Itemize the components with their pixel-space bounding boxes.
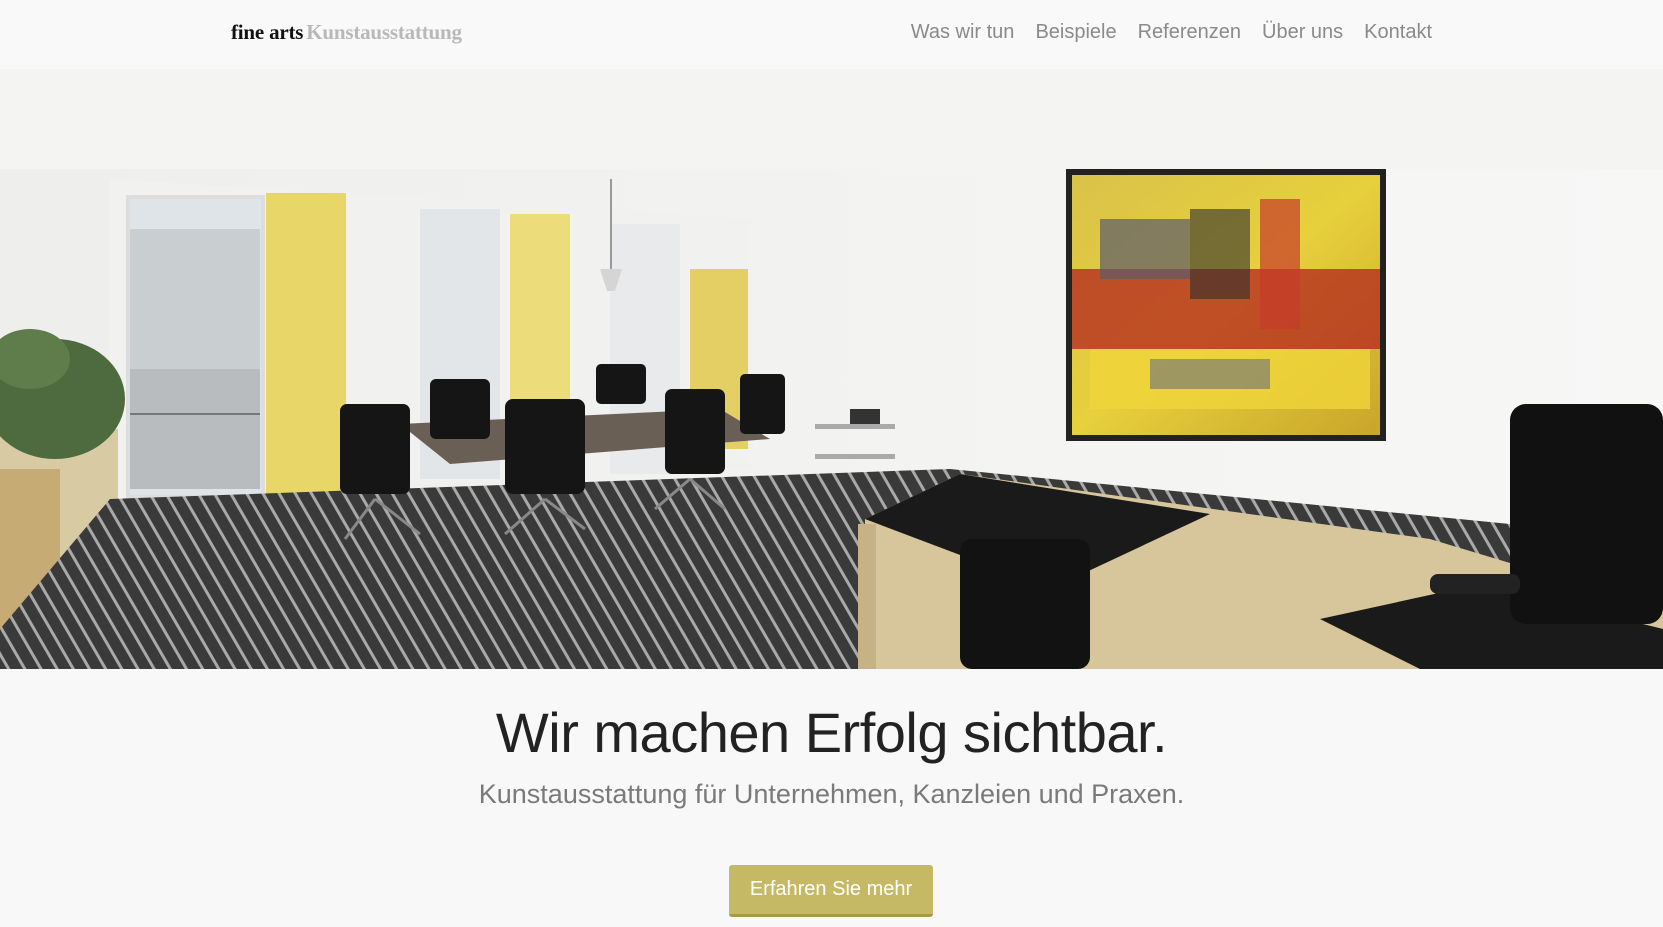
hero-image [0,69,1663,669]
office-photo [0,69,1663,669]
brand-logo[interactable]: fine arts Kunstausstattung [231,20,462,45]
nav-link-beispiele[interactable]: Beispiele [1035,21,1116,44]
main-nav: Was wir tun Beispiele Referenzen Über un… [911,21,1432,44]
nav-link-was-wir-tun[interactable]: Was wir tun [911,21,1015,44]
hero-headline: Wir machen Erfolg sichtbar. [495,701,1168,764]
brand-name-strong: fine arts [231,20,304,44]
site-header: fine arts Kunstausstattung Was wir tun Be… [0,0,1663,69]
nav-link-ueber-uns[interactable]: Über uns [1262,21,1343,44]
brand-name-light: Kunstausstattung [306,20,462,44]
nav-link-referenzen[interactable]: Referenzen [1138,21,1241,44]
nav-link-kontakt[interactable]: Kontakt [1364,21,1432,44]
hero-subline: Kunstausstattung für Unternehmen, Kanzle… [478,779,1185,809]
learn-more-button[interactable]: Erfahren Sie mehr [729,865,933,917]
